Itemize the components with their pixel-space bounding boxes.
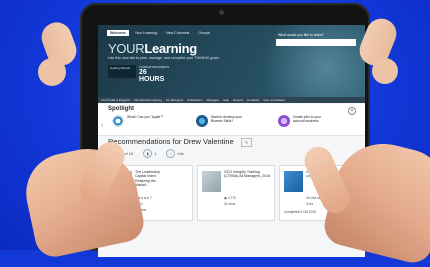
- filter-count[interactable]: ▮ 1: [143, 149, 156, 158]
- subnav-item-feedback[interactable]: Feedback: [247, 98, 259, 102]
- course-card[interactable]: GCG Integrity Training (CTEBA) All Manag…: [197, 165, 275, 221]
- camera-icon: [219, 10, 224, 15]
- spotlight-panel: Spotlight × ‹ What? Can you "Apple"? Wan…: [98, 104, 365, 136]
- subnav-item-managers[interactable]: For Managers: [166, 98, 183, 102]
- info-icon: i: [166, 149, 176, 158]
- tab-welcome[interactable]: Welcome: [107, 30, 129, 36]
- filter-label: 1: [154, 151, 157, 156]
- subnav-item-mentors[interactable]: Mentors: [233, 98, 243, 102]
- spotlight-item[interactable]: What? Can you "Apple"?: [112, 115, 167, 127]
- right-finger: [372, 58, 398, 84]
- progress-stat: THINK40 PROGRESS 26 HOURS: [139, 65, 171, 83]
- left-finger: [38, 58, 66, 86]
- tagline: Use this new site to plan, manage, and c…: [108, 56, 220, 60]
- filter-info[interactable]: i Info: [166, 149, 184, 158]
- getting-started-label: Getting Started: [110, 66, 131, 70]
- search-input[interactable]: [276, 39, 356, 46]
- bluemix-icon: [196, 115, 208, 127]
- course-title: GCG Integrity Training (CTEBA) All Manag…: [224, 170, 271, 179]
- spotlight-item[interactable]: Want to develop your Bluemix Skills?: [196, 115, 251, 127]
- close-icon[interactable]: ×: [348, 107, 356, 115]
- subnav-item-profile[interactable]: Your Profile & Progress: [101, 98, 130, 102]
- logo-prefix: YOUR: [108, 41, 145, 56]
- course-thumbnail: [202, 171, 221, 192]
- progress-value: 26 HOURS: [139, 69, 165, 83]
- subnav-item-messages[interactable]: Messages: [206, 98, 219, 102]
- logo-suffix: Learning: [144, 41, 197, 56]
- spotlight-item-text: Want to develop your Bluemix Skills?: [211, 115, 243, 123]
- nav-tabs: Welcome Your Learning New Channels Group…: [107, 30, 213, 36]
- tab-groups[interactable]: Groups: [195, 30, 213, 36]
- jobs-icon: [278, 115, 290, 127]
- subnav-item-give-feedback[interactable]: Give us feedback: [263, 98, 285, 102]
- search-label: What would you like to learn?: [278, 33, 324, 37]
- course-duration: 3 hrs: [306, 202, 314, 206]
- course-thumbnail: [284, 171, 303, 192]
- sub-navigation: Your Profile & Progress Self-Directed Le…: [98, 97, 365, 103]
- spotlight-item[interactable]: Create jobs to your account business: [278, 115, 333, 127]
- tab-your-learning[interactable]: Your Learning: [132, 30, 160, 36]
- edit-icon[interactable]: ✎: [241, 138, 252, 147]
- spotlight-item-text: Create jobs to your account business: [293, 115, 321, 123]
- bookmark-icon: ▮: [143, 149, 153, 158]
- filter-label: Info: [177, 151, 185, 156]
- apple-icon: [112, 115, 124, 127]
- spotlight-item-text: What? Can you "Apple"?: [127, 115, 164, 119]
- subnav-item-notifications[interactable]: Notifications: [187, 98, 202, 102]
- recommendations-title: Recommendations for Drew Valentine: [108, 137, 234, 146]
- tab-new-channels[interactable]: New Channels: [163, 30, 192, 36]
- spotlight-title: Spotlight: [108, 106, 134, 112]
- hero-banner: Welcome Your Learning New Channels Group…: [98, 25, 365, 97]
- subnav-item-self-directed[interactable]: Self-Directed Learning: [134, 98, 162, 102]
- subnav-item-help[interactable]: Help: [223, 98, 229, 102]
- site-logo: YOURLearning: [108, 41, 197, 56]
- getting-started-box[interactable]: Getting Started: [108, 65, 136, 78]
- chevron-left-icon[interactable]: ‹: [101, 122, 103, 129]
- course-views: ▣ 4,770: [224, 196, 236, 200]
- course-duration: 31 mins: [224, 202, 236, 206]
- course-title: The Leadership Capital Index: Realizing …: [135, 170, 160, 188]
- course-completed: Completed 9 Oct 2015: [284, 210, 316, 214]
